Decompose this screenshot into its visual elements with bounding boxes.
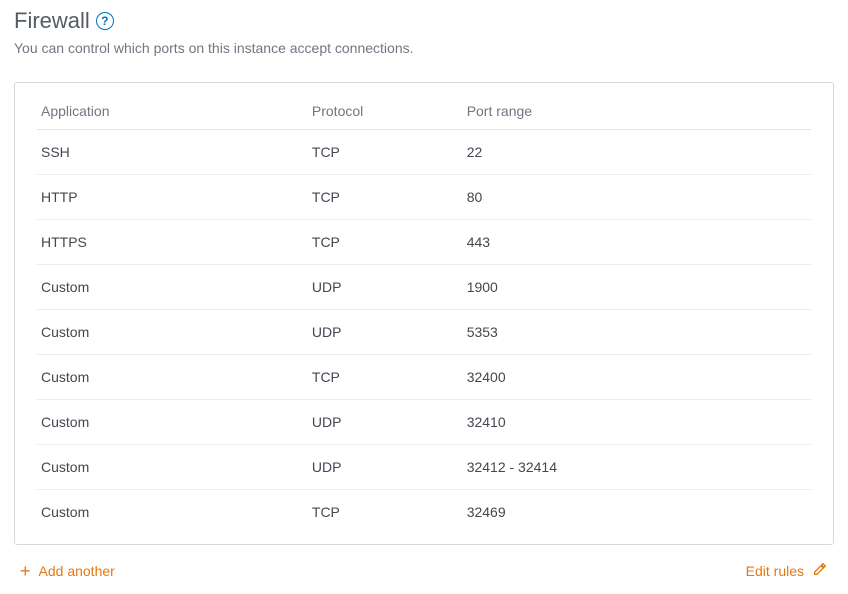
cell-protocol: TCP <box>308 220 463 265</box>
table-row: CustomUDP32412 - 32414 <box>37 445 811 490</box>
table-row: CustomTCP32469 <box>37 490 811 535</box>
edit-icon <box>812 561 828 580</box>
cell-protocol: TCP <box>308 175 463 220</box>
cell-port-range: 32410 <box>463 400 811 445</box>
cell-port-range: 32412 - 32414 <box>463 445 811 490</box>
col-header-application: Application <box>37 89 308 130</box>
cell-port-range: 5353 <box>463 310 811 355</box>
cell-port-range: 1900 <box>463 265 811 310</box>
cell-port-range: 22 <box>463 130 811 175</box>
table-row: CustomUDP1900 <box>37 265 811 310</box>
edit-rules-label: Edit rules <box>746 563 804 579</box>
cell-protocol: UDP <box>308 265 463 310</box>
col-header-protocol: Protocol <box>308 89 463 130</box>
cell-port-range: 80 <box>463 175 811 220</box>
cell-application: HTTPS <box>37 220 308 265</box>
page-subtitle: You can control which ports on this inst… <box>14 40 834 56</box>
firewall-rules-table: Application Protocol Port range SSHTCP22… <box>37 89 811 534</box>
cell-protocol: TCP <box>308 490 463 535</box>
cell-application: SSH <box>37 130 308 175</box>
table-row: SSHTCP22 <box>37 130 811 175</box>
table-header-row: Application Protocol Port range <box>37 89 811 130</box>
cell-protocol: UDP <box>308 310 463 355</box>
edit-rules-button[interactable]: Edit rules <box>746 561 828 580</box>
cell-application: HTTP <box>37 175 308 220</box>
table-row: CustomUDP5353 <box>37 310 811 355</box>
actions-row: + Add another Edit rules <box>14 545 834 580</box>
table-row: CustomUDP32410 <box>37 400 811 445</box>
cell-protocol: TCP <box>308 130 463 175</box>
cell-port-range: 443 <box>463 220 811 265</box>
page-header: Firewall ? <box>14 8 834 34</box>
cell-port-range: 32400 <box>463 355 811 400</box>
cell-application: Custom <box>37 355 308 400</box>
cell-application: Custom <box>37 400 308 445</box>
page-title: Firewall <box>14 8 90 34</box>
table-row: CustomTCP32400 <box>37 355 811 400</box>
cell-application: Custom <box>37 490 308 535</box>
col-header-port-range: Port range <box>463 89 811 130</box>
cell-application: Custom <box>37 445 308 490</box>
cell-protocol: UDP <box>308 400 463 445</box>
add-another-button[interactable]: + Add another <box>20 562 115 580</box>
table-row: HTTPSTCP443 <box>37 220 811 265</box>
cell-port-range: 32469 <box>463 490 811 535</box>
plus-icon: + <box>20 562 31 580</box>
firewall-rules-panel: Application Protocol Port range SSHTCP22… <box>14 82 834 545</box>
add-another-label: Add another <box>39 563 115 579</box>
cell-application: Custom <box>37 265 308 310</box>
cell-application: Custom <box>37 310 308 355</box>
cell-protocol: UDP <box>308 445 463 490</box>
table-row: HTTPTCP80 <box>37 175 811 220</box>
help-icon[interactable]: ? <box>96 12 114 30</box>
cell-protocol: TCP <box>308 355 463 400</box>
